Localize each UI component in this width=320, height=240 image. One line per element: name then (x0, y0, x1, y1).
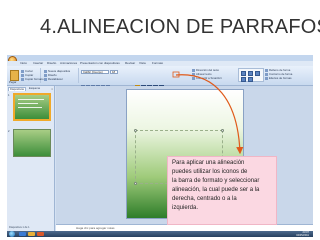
shape-arrow-icon[interactable] (255, 71, 260, 76)
thumb-text-line (18, 99, 44, 100)
font-name-select[interactable]: Calibri (Cuerpo) (81, 70, 109, 74)
slides-pane: Diapositivas Esquema × 1 2 (7, 86, 55, 231)
tab-esquema[interactable]: Esquema (28, 87, 41, 91)
format-painter-button[interactable]: Copiar formato (21, 78, 44, 81)
font-format-buttons (81, 76, 127, 89)
new-slide-icon (44, 70, 47, 73)
taskbar: Diapositiva 1 de 1 23:07 04/05/2011 (7, 226, 313, 237)
resize-handle[interactable] (134, 182, 137, 185)
smartart-button[interactable]: Convertir a SmartArt (192, 77, 222, 80)
shape-effects-button[interactable]: Efectos de formas (265, 77, 292, 80)
align-text-icon (192, 73, 195, 76)
explorer-taskbar-icon[interactable] (28, 232, 35, 236)
shape-rect-icon[interactable] (241, 71, 246, 76)
explanation-callout: Para aplicar una alineación puedes utili… (167, 156, 277, 225)
notes-pane[interactable]: Haga clic para agregar notas (56, 224, 313, 231)
shape-oval-icon[interactable] (248, 71, 253, 76)
layout-icon (44, 74, 47, 77)
paragraph-align-buttons (135, 76, 181, 89)
callout-line: izquierda. (172, 205, 199, 211)
reset-icon (44, 78, 47, 81)
font-size-select[interactable]: 18 (110, 70, 118, 74)
slides-group: Nueva diapositiva Diseño Restablecer (42, 68, 79, 83)
resize-handle[interactable] (134, 129, 137, 132)
scissors-icon (21, 70, 24, 73)
notes-placeholder: Haga clic para agregar notas (76, 226, 115, 230)
brush-icon (21, 78, 24, 81)
powerpoint-taskbar-icon[interactable] (37, 232, 44, 236)
callout-line: derecha, centrado o a la (172, 196, 237, 202)
start-button-icon[interactable] (9, 231, 15, 237)
copy-icon (21, 74, 24, 77)
thumb-text-line (18, 107, 42, 108)
slide-number-2: 2 (8, 130, 10, 133)
effects-icon (265, 77, 268, 80)
tab-diapositivas[interactable]: Diapositivas (8, 87, 26, 91)
shapes-gallery[interactable] (238, 68, 264, 82)
paste-button[interactable]: Pegar (9, 81, 16, 84)
status-text: Diapositiva 1 de 1 (9, 226, 30, 229)
slides-pane-tabs: Diapositivas Esquema × (8, 87, 54, 91)
ribbon: Pegar Cortar Copiar Copiar formato Nueva… (7, 66, 313, 89)
fill-icon (265, 69, 268, 72)
callout-line: Para aplicar una alineación (172, 160, 245, 166)
ie-taskbar-icon[interactable] (19, 232, 26, 236)
smartart-icon (192, 77, 195, 80)
outline-icon (265, 73, 268, 76)
slide-title: 4.ALINEACION DE PARRAFOS (40, 16, 320, 38)
resize-handle[interactable] (221, 129, 224, 132)
slide-thumbnail-2[interactable] (13, 129, 51, 157)
thumb-text-line (18, 103, 38, 104)
close-pane-icon[interactable]: × (51, 87, 53, 91)
slide-thumbnail-1[interactable] (13, 93, 51, 121)
reset-button[interactable]: Restablecer (44, 78, 63, 81)
taskbar-clock: 23:07 04/05/2011 (296, 231, 309, 237)
clock-date: 04/05/2011 (296, 234, 309, 237)
clipboard-group: Pegar Cortar Copiar Copiar formato (7, 68, 44, 84)
slide-number-1: 1 (8, 94, 10, 97)
callout-line: puedes utilizar los iconos de (172, 169, 248, 175)
callout-line: la barra de formato y seleccionar (172, 178, 260, 184)
text-direction-icon (192, 69, 195, 72)
shape-star-icon[interactable] (248, 77, 253, 82)
shape-line-icon[interactable] (241, 77, 246, 82)
callout-line: alineación, la cual puede ser a la (172, 187, 260, 193)
